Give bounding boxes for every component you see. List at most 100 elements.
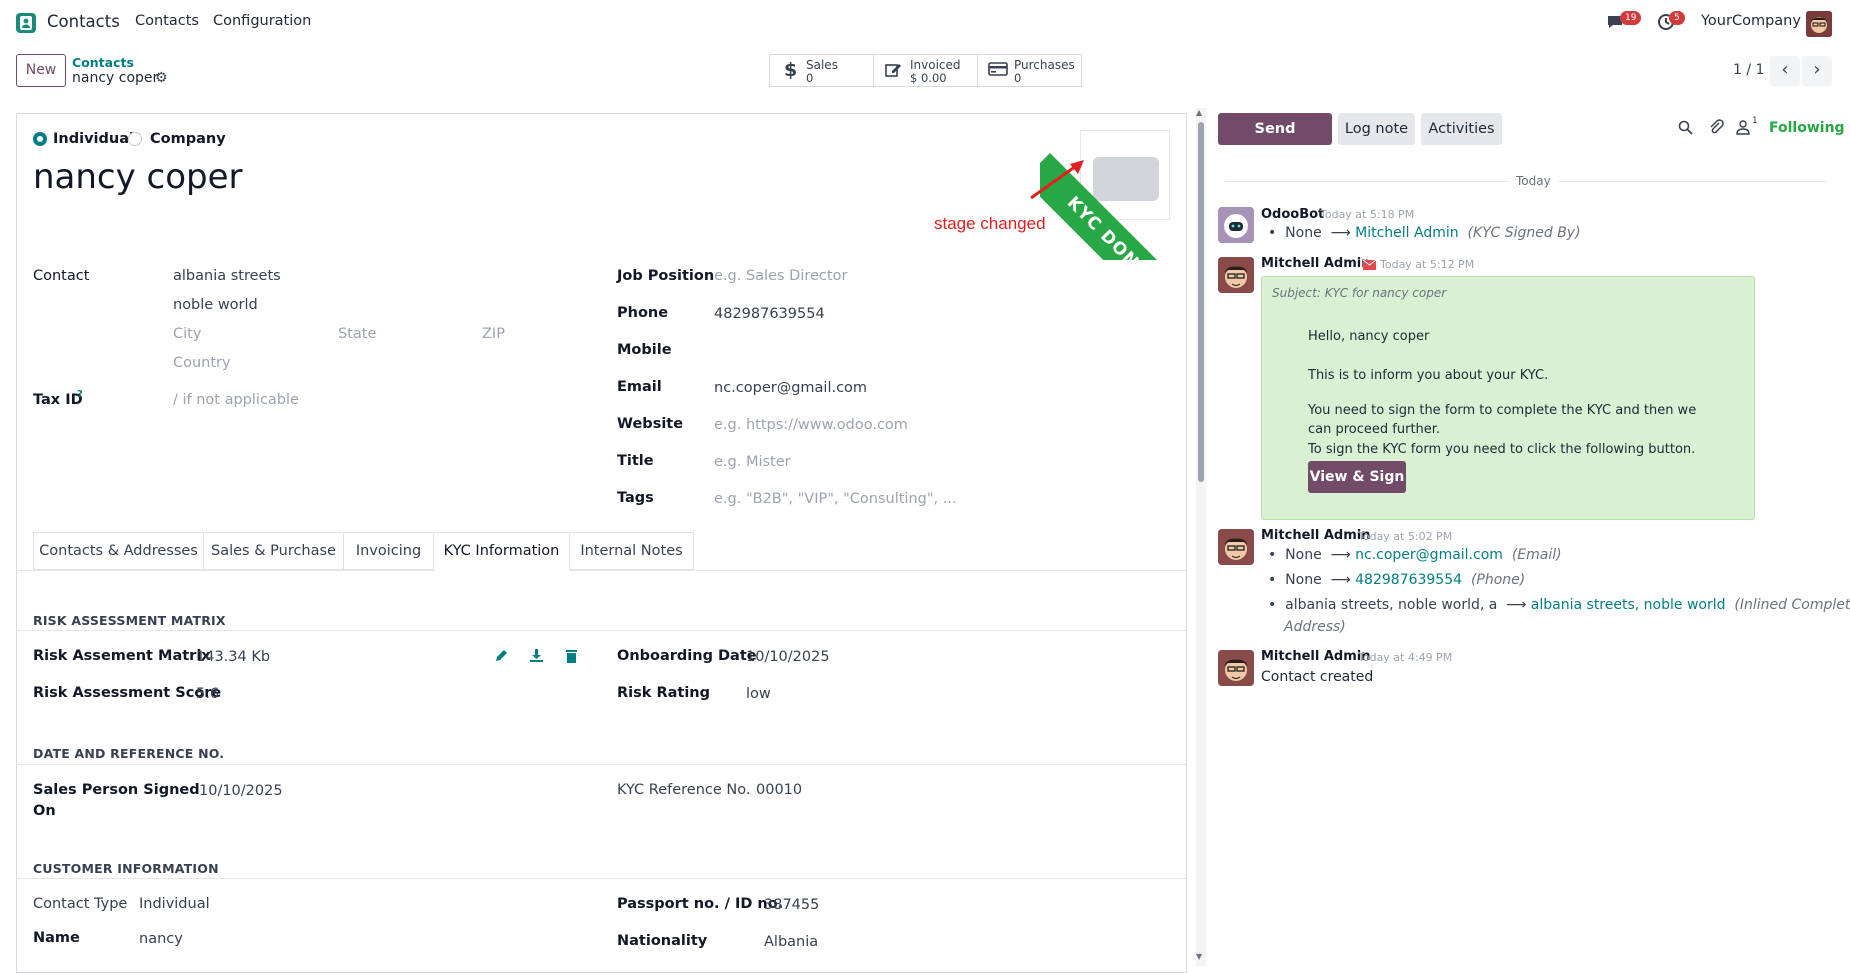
chat-badge: 19 xyxy=(1620,11,1642,25)
invoiced-value: $ 0.00 xyxy=(910,71,947,85)
sales-smart-button[interactable]: $ Sales 0 xyxy=(769,54,874,87)
message-author[interactable]: OdooBot xyxy=(1261,207,1324,222)
job-position-field[interactable]: e.g. Sales Director xyxy=(714,268,847,284)
name-value[interactable]: nancy xyxy=(139,931,183,947)
street2-field[interactable]: noble world xyxy=(173,297,258,313)
name-label: Name xyxy=(33,930,80,946)
zip-field[interactable]: ZIP xyxy=(482,326,505,342)
section-date-reference: DATE AND REFERENCE NO. xyxy=(33,746,225,761)
signed-on-label: Sales Person Signed xyxy=(33,782,200,798)
title-label: Title xyxy=(617,453,654,469)
new-button[interactable]: New xyxy=(16,54,66,87)
email-paragraph: This is to inform you about your KYC. xyxy=(1308,368,1549,383)
tracking-line: • None ⟶ nc.coper@gmail.com (Email) xyxy=(1268,547,1562,563)
tax-id-label: Tax ID xyxy=(33,392,83,408)
trash-icon[interactable] xyxy=(565,649,578,667)
user-avatar[interactable] xyxy=(1806,11,1832,37)
message-time: Today at 4:49 PM xyxy=(1358,651,1453,664)
contacts-app-icon[interactable] xyxy=(16,13,36,33)
email-paragraph: You need to sign the form to complete th… xyxy=(1308,403,1697,418)
sales-label: Sales xyxy=(806,58,838,72)
tracking-field: (Inlined Complete xyxy=(1734,597,1850,613)
pager-value[interactable]: 1 / 1 xyxy=(1733,62,1764,78)
tracking-new-value: nc.coper@gmail.com xyxy=(1355,547,1503,563)
nationality-value[interactable]: Albania xyxy=(764,934,818,950)
signed-on-value[interactable]: 10/10/2025 xyxy=(199,783,283,799)
mitchell-avatar[interactable] xyxy=(1218,529,1254,565)
gear-icon[interactable]: ⚙ xyxy=(155,70,168,86)
tags-field[interactable]: e.g. "B2B", "VIP", "Consulting", ... xyxy=(714,491,957,507)
arrow-icon: ⟶ xyxy=(1330,572,1351,588)
onboarding-date-value[interactable]: 10/10/2025 xyxy=(746,649,830,665)
tracking-field: (Phone) xyxy=(1470,572,1526,588)
paperclip-icon[interactable] xyxy=(1708,119,1724,139)
onboarding-date-label: Onboarding Date xyxy=(617,648,757,664)
passport-value[interactable]: 387455 xyxy=(764,897,819,913)
pager-prev-button[interactable]: ‹ xyxy=(1770,56,1800,86)
menu-configuration[interactable]: Configuration xyxy=(213,13,311,29)
tab-invoicing[interactable]: Invoicing xyxy=(343,532,434,570)
envelope-icon xyxy=(1362,258,1377,274)
app-name[interactable]: Contacts xyxy=(47,12,120,31)
email-field[interactable]: nc.coper@gmail.com xyxy=(714,380,867,396)
annotation-arrow xyxy=(1030,160,1084,200)
company-switcher[interactable]: YourCompany xyxy=(1701,13,1801,29)
street-field[interactable]: albania streets xyxy=(173,268,281,284)
tab-contacts-addresses[interactable]: Contacts & Addresses xyxy=(33,532,204,570)
search-icon[interactable] xyxy=(1678,120,1693,139)
contact-type-label: Contact Type xyxy=(33,896,128,912)
edit-icon[interactable] xyxy=(494,649,508,667)
city-field[interactable]: City xyxy=(173,326,201,342)
scroll-up-arrow[interactable]: ▲ xyxy=(1196,108,1202,117)
purchases-smart-button[interactable]: Purchases 0 xyxy=(977,54,1082,87)
tracking-new-value: Mitchell Admin xyxy=(1355,225,1459,241)
phone-field[interactable]: 482987639554 xyxy=(714,306,825,322)
website-label: Website xyxy=(617,416,684,432)
email-greeting: Hello, nancy coper xyxy=(1308,329,1430,344)
odoobot-avatar[interactable] xyxy=(1218,207,1254,243)
mitchell-avatar[interactable] xyxy=(1218,650,1254,686)
radio-company[interactable] xyxy=(128,132,142,146)
send-message-button[interactable]: Send message xyxy=(1218,113,1332,169)
scroll-down-arrow[interactable]: ▼ xyxy=(1196,952,1202,961)
form-scrollbar[interactable] xyxy=(1196,108,1206,966)
download-icon[interactable] xyxy=(529,648,544,667)
following-button[interactable]: Following xyxy=(1769,120,1845,136)
title-field[interactable]: e.g. Mister xyxy=(714,454,791,470)
invoiced-smart-button[interactable]: Invoiced $ 0.00 xyxy=(873,54,978,87)
risk-rating-label: Risk Rating xyxy=(617,685,711,701)
tracking-line: • albania streets, noble world, a ⟶ alba… xyxy=(1268,597,1850,613)
dollar-icon: $ xyxy=(784,59,798,81)
message-author[interactable]: Mitchell Admin xyxy=(1261,649,1370,664)
country-field[interactable]: Country xyxy=(173,355,231,371)
tab-sales-purchase[interactable]: Sales & Purchase xyxy=(203,532,344,570)
kyc-ref-value[interactable]: 00010 xyxy=(756,782,802,798)
tracking-field: (Email) xyxy=(1511,547,1562,563)
website-field[interactable]: e.g. https://www.odoo.com xyxy=(714,417,908,433)
state-field[interactable]: State xyxy=(338,326,376,342)
partner-name[interactable]: nancy coper xyxy=(33,157,243,197)
radio-individual[interactable] xyxy=(33,132,47,146)
tab-kyc-information[interactable]: KYC Information xyxy=(433,532,570,571)
mitchell-avatar[interactable] xyxy=(1218,257,1254,293)
radio-individual-label[interactable]: Individual xyxy=(53,131,134,147)
message-author[interactable]: Mitchell Admin xyxy=(1261,528,1370,543)
log-note-button[interactable]: Log note xyxy=(1338,113,1415,145)
contact-type-value[interactable]: Individual xyxy=(139,896,210,912)
pager-next-button[interactable]: › xyxy=(1802,56,1832,86)
menu-contacts[interactable]: Contacts xyxy=(135,13,199,29)
radio-company-label[interactable]: Company xyxy=(150,131,226,147)
tab-internal-notes[interactable]: Internal Notes xyxy=(569,532,694,570)
breadcrumb-parent[interactable]: Contacts xyxy=(72,55,134,70)
activities-button[interactable]: Activities xyxy=(1421,113,1502,145)
message-author[interactable]: Mitchell Admin xyxy=(1261,256,1370,271)
phone-label: Phone xyxy=(617,305,669,321)
tax-id-field[interactable]: / if not applicable xyxy=(173,392,299,408)
followers-icon[interactable] xyxy=(1736,120,1750,139)
risk-rating-value[interactable]: low xyxy=(746,686,771,702)
tracking-new-value: 482987639554 xyxy=(1355,572,1463,588)
view-sign-button[interactable]: View & Sign xyxy=(1308,461,1406,493)
risk-matrix-label: Risk Assement Matrix xyxy=(33,648,211,664)
followers-count: 1 xyxy=(1752,116,1758,126)
tax-help-icon[interactable]: ? xyxy=(77,389,83,400)
